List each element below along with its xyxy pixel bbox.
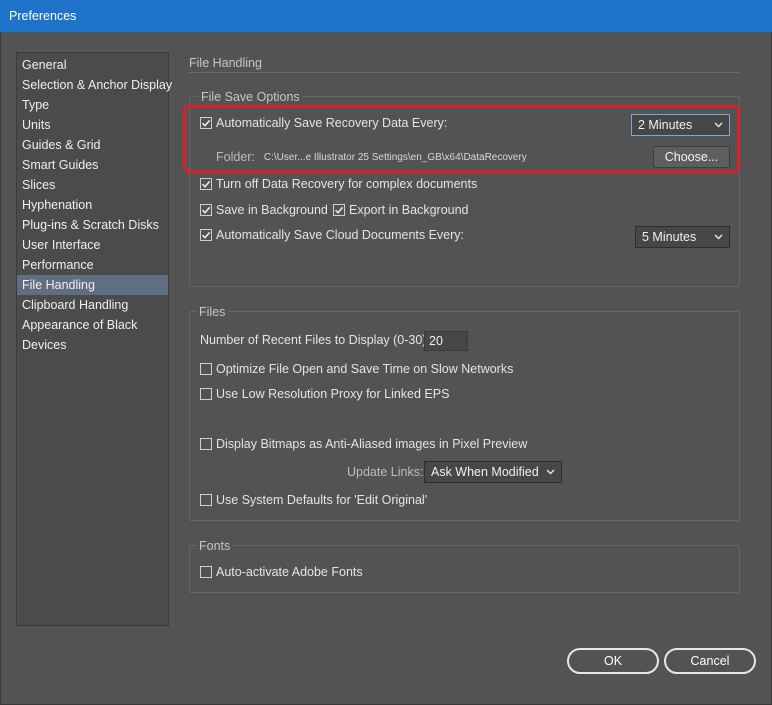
- auto-activate-fonts-checkbox[interactable]: [200, 566, 212, 578]
- display-bitmaps-row: Display Bitmaps as Anti-Aliased images i…: [200, 437, 527, 451]
- display-bitmaps-label: Display Bitmaps as Anti-Aliased images i…: [216, 437, 528, 451]
- save-in-background-row: Save in Background: [200, 203, 328, 217]
- sidebar-item-hyphenation[interactable]: Hyphenation: [17, 195, 168, 215]
- turn-off-recovery-label: Turn off Data Recovery for complex docum…: [216, 177, 478, 191]
- system-defaults-label: Use System Defaults for 'Edit Original': [216, 493, 428, 507]
- auto-activate-fonts-row: Auto-activate Adobe Fonts: [200, 565, 363, 579]
- sidebar-item-file-handling[interactable]: File Handling: [17, 275, 168, 295]
- sidebar: General Selection & Anchor Display Type …: [16, 52, 172, 626]
- low-res-proxy-label: Use Low Resolution Proxy for Linked EPS: [216, 387, 450, 401]
- sidebar-item-smart-guides[interactable]: Smart Guides: [17, 155, 168, 175]
- file-save-options-title: File Save Options: [199, 90, 302, 104]
- sidebar-item-guides-grid[interactable]: Guides & Grid: [17, 135, 168, 155]
- ok-button[interactable]: OK: [567, 648, 659, 674]
- recent-files-label: Number of Recent Files to Display (0-30)…: [200, 333, 430, 347]
- auto-save-cloud-row: Automatically Save Cloud Documents Every…: [200, 228, 464, 242]
- optimize-open-save-checkbox[interactable]: [200, 363, 212, 375]
- update-links-row: Update Links:: [347, 465, 423, 479]
- save-in-background-checkbox[interactable]: [200, 204, 212, 216]
- export-in-background-checkbox[interactable]: [333, 204, 345, 216]
- turn-off-recovery-row: Turn off Data Recovery for complex docum…: [200, 177, 477, 191]
- sidebar-item-slices[interactable]: Slices: [17, 175, 168, 195]
- optimize-open-save-row: Optimize File Open and Save Time on Slow…: [200, 362, 513, 376]
- sidebar-item-selection-anchor-display[interactable]: Selection & Anchor Display: [17, 75, 172, 95]
- export-in-background-row: Export in Background: [333, 203, 469, 217]
- low-res-proxy-checkbox[interactable]: [200, 388, 212, 400]
- checkmark-icon: [334, 206, 344, 214]
- checkmark-icon: [201, 206, 211, 214]
- files-title: Files: [197, 305, 228, 319]
- cancel-button[interactable]: Cancel: [664, 648, 756, 674]
- cloud-interval-select[interactable]: 5 Minutes: [635, 226, 730, 248]
- sidebar-item-clipboard-handling[interactable]: Clipboard Handling: [17, 295, 168, 315]
- sidebar-item-units[interactable]: Units: [17, 115, 168, 135]
- sidebar-item-plugins-scratch-disks[interactable]: Plug-ins & Scratch Disks: [17, 215, 168, 235]
- window-title: Preferences: [0, 0, 772, 32]
- page-title: File Handling: [189, 56, 262, 70]
- sidebar-item-general[interactable]: General: [17, 55, 168, 75]
- section-divider: [189, 72, 740, 73]
- sidebar-item-type[interactable]: Type: [17, 95, 168, 115]
- update-links-select[interactable]: Ask When Modified: [424, 461, 562, 483]
- sidebar-item-devices[interactable]: Devices: [17, 335, 168, 355]
- save-in-background-label: Save in Background: [216, 203, 328, 217]
- update-links-value: Ask When Modified: [431, 465, 539, 479]
- chevron-down-icon: [542, 464, 558, 480]
- highlight-annotation: [183, 105, 740, 173]
- auto-activate-fonts-label: Auto-activate Adobe Fonts: [216, 565, 363, 579]
- low-res-proxy-row: Use Low Resolution Proxy for Linked EPS: [200, 387, 449, 401]
- checkmark-icon: [201, 231, 211, 239]
- sidebar-item-performance[interactable]: Performance: [17, 255, 168, 275]
- optimize-open-save-label: Optimize File Open and Save Time on Slow…: [216, 362, 514, 376]
- sidebar-item-appearance-of-black[interactable]: Appearance of Black: [17, 315, 168, 335]
- cloud-interval-value: 5 Minutes: [642, 230, 697, 244]
- turn-off-recovery-checkbox[interactable]: [200, 178, 212, 190]
- system-defaults-checkbox[interactable]: [200, 494, 212, 506]
- auto-save-cloud-label: Automatically Save Cloud Documents Every…: [216, 228, 465, 242]
- chevron-down-icon: [710, 229, 726, 245]
- fonts-title: Fonts: [197, 539, 233, 553]
- recent-files-row: Number of Recent Files to Display (0-30)…: [200, 333, 430, 347]
- export-in-background-label: Export in Background: [349, 203, 469, 217]
- auto-save-cloud-checkbox[interactable]: [200, 229, 212, 241]
- display-bitmaps-checkbox[interactable]: [200, 438, 212, 450]
- checkmark-icon: [201, 180, 211, 188]
- recent-files-input[interactable]: 20: [424, 331, 468, 351]
- system-defaults-row: Use System Defaults for 'Edit Original': [200, 493, 427, 507]
- update-links-label: Update Links:: [347, 465, 424, 479]
- sidebar-item-user-interface[interactable]: User Interface: [17, 235, 168, 255]
